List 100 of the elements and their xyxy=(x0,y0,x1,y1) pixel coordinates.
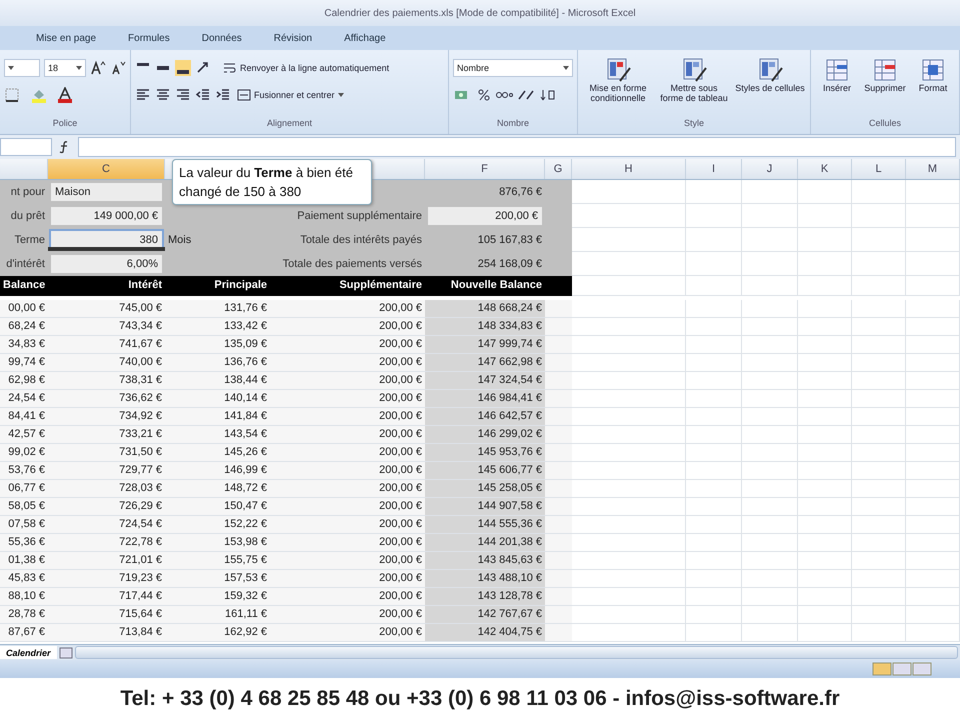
table-cell xyxy=(545,444,572,462)
unit-label: Mois xyxy=(165,228,270,252)
cells-button[interactable]: Insérer xyxy=(815,54,859,96)
scroll-bar[interactable] xyxy=(48,247,165,251)
input-cell[interactable]: 6,00% xyxy=(51,255,162,273)
new-sheet-icon[interactable] xyxy=(58,646,73,658)
result-cell-text: 105 167,83 € xyxy=(476,234,542,246)
table-cell: 200,00 € xyxy=(270,552,425,570)
wrap-text-button[interactable]: Renvoyer à la ligne automatiquement xyxy=(221,60,392,74)
ribbon-tab[interactable]: Affichage xyxy=(338,30,392,46)
table-cell: 07,58 € xyxy=(0,516,48,534)
table-cell: 200,00 € xyxy=(270,516,425,534)
style-button[interactable]: Mettre sous forme de tableau xyxy=(658,54,730,106)
table-cell: 42,57 € xyxy=(0,426,48,444)
style-button[interactable]: Mise en forme conditionnelle xyxy=(582,54,654,106)
table-cell: 133,42 € xyxy=(165,318,270,336)
align-center-icon[interactable] xyxy=(155,86,171,102)
table-cell: 200,00 € xyxy=(270,408,425,426)
table-cell: 200,00 € xyxy=(270,318,425,336)
table-cell xyxy=(545,372,572,390)
font-size-field[interactable]: 18 xyxy=(44,58,86,76)
table-cell: 147 999,74 € xyxy=(425,336,545,354)
cells-button[interactable]: Format xyxy=(911,54,955,96)
table-cell: 200,00 € xyxy=(270,354,425,372)
table-cell: 140,14 € xyxy=(165,390,270,408)
decrease-indent-icon[interactable] xyxy=(195,86,211,102)
column-heading: Balance xyxy=(0,276,48,296)
table-cell: 200,00 € xyxy=(270,372,425,390)
table-cell: 53,76 € xyxy=(0,462,48,480)
table-cell: 136,76 € xyxy=(165,354,270,372)
table-cell: 200,00 € xyxy=(270,462,425,480)
column-heading: Intérêt xyxy=(48,276,165,296)
shrink-font-icon[interactable] xyxy=(110,60,126,76)
table-cell: 152,22 € xyxy=(165,516,270,534)
table-cell: 717,44 € xyxy=(48,588,165,606)
style-button[interactable]: Styles de cellules xyxy=(734,54,806,106)
group-label: Alignement xyxy=(266,118,314,130)
caret-icon xyxy=(563,66,569,70)
column-header[interactable]: K xyxy=(798,159,852,179)
table-cell: 144 907,58 € xyxy=(425,498,545,516)
align-bottom-icon[interactable] xyxy=(175,60,191,76)
column-heading: Supplémentaire xyxy=(270,276,425,296)
table-cell xyxy=(545,480,572,498)
font-name-field[interactable] xyxy=(4,58,40,76)
horizontal-scroll-bar[interactable] xyxy=(74,646,958,659)
table-cell: 200,00 € xyxy=(270,426,425,444)
ribbon-tab[interactable]: Révision xyxy=(268,30,318,46)
column-header[interactable]: I xyxy=(686,159,742,179)
field-label: d'intérêt xyxy=(0,252,48,276)
formula-field[interactable] xyxy=(78,137,956,157)
input-cell[interactable]: Maison xyxy=(51,183,162,201)
column-header[interactable]: M xyxy=(906,159,960,179)
table-cell: 734,92 € xyxy=(48,408,165,426)
table-cell: 200,00 € xyxy=(270,624,425,642)
table-cell xyxy=(545,570,572,588)
column-header[interactable]: G xyxy=(545,159,572,179)
table-cell: 159,32 € xyxy=(165,588,270,606)
ribbon-tab[interactable]: Mise en page xyxy=(30,30,102,46)
align-left-icon[interactable] xyxy=(135,86,151,102)
table-cell: 06,77 € xyxy=(0,480,48,498)
ribbon-tab[interactable]: Données xyxy=(196,30,248,46)
ribbon-tab[interactable]: Formules xyxy=(122,30,176,46)
increase-indent-icon[interactable] xyxy=(215,86,231,102)
table-cell: 200,00 € xyxy=(270,606,425,624)
table-cell: 138,44 € xyxy=(165,372,270,390)
table-cell: 84,41 € xyxy=(0,408,48,426)
table-cell: 147 324,54 € xyxy=(425,372,545,390)
table-cell: 713,84 € xyxy=(48,624,165,642)
align-right-icon[interactable] xyxy=(175,86,191,102)
table-cell: 153,98 € xyxy=(165,534,270,552)
table-cell: 200,00 € xyxy=(270,444,425,462)
column-header[interactable]: C xyxy=(48,159,165,179)
table-cell: 142 404,75 € xyxy=(425,624,545,642)
table-cell xyxy=(545,390,572,408)
input-cell[interactable]: 149 000,00 € xyxy=(51,207,162,225)
table-cell: 157,53 € xyxy=(165,570,270,588)
merge-center-button[interactable]: Fusionner et centrer xyxy=(235,88,346,102)
sheet-tab[interactable]: Calendrier xyxy=(0,646,57,659)
table-cell: 200,00 € xyxy=(270,534,425,552)
table-cell: 24,54 € xyxy=(0,390,48,408)
table-cell: 162,92 € xyxy=(165,624,270,642)
column-header[interactable]: H xyxy=(572,159,686,179)
column-header[interactable]: L xyxy=(852,159,906,179)
table-cell: 740,00 € xyxy=(48,354,165,372)
table-cell: 155,75 € xyxy=(165,552,270,570)
grow-font-icon[interactable] xyxy=(90,60,106,76)
result-cell-text: 254 168,09 € xyxy=(476,258,542,270)
table-cell: 736,62 € xyxy=(48,390,165,408)
cells-button[interactable]: Supprimer xyxy=(863,54,907,96)
table-cell: 200,00 € xyxy=(270,300,425,318)
number-format-field[interactable]: Nombre xyxy=(453,58,573,76)
column-header[interactable]: F xyxy=(425,159,545,179)
table-cell: 45,83 € xyxy=(0,570,48,588)
result-cell-text: 876,76 € xyxy=(498,186,542,198)
percent-icon[interactable] xyxy=(477,86,491,102)
table-cell xyxy=(545,408,572,426)
table-cell: 143 128,78 € xyxy=(425,588,545,606)
column-heading: Nouvelle Balance xyxy=(425,276,545,296)
table-cell: 68,24 € xyxy=(0,318,48,336)
column-header[interactable]: J xyxy=(742,159,798,179)
